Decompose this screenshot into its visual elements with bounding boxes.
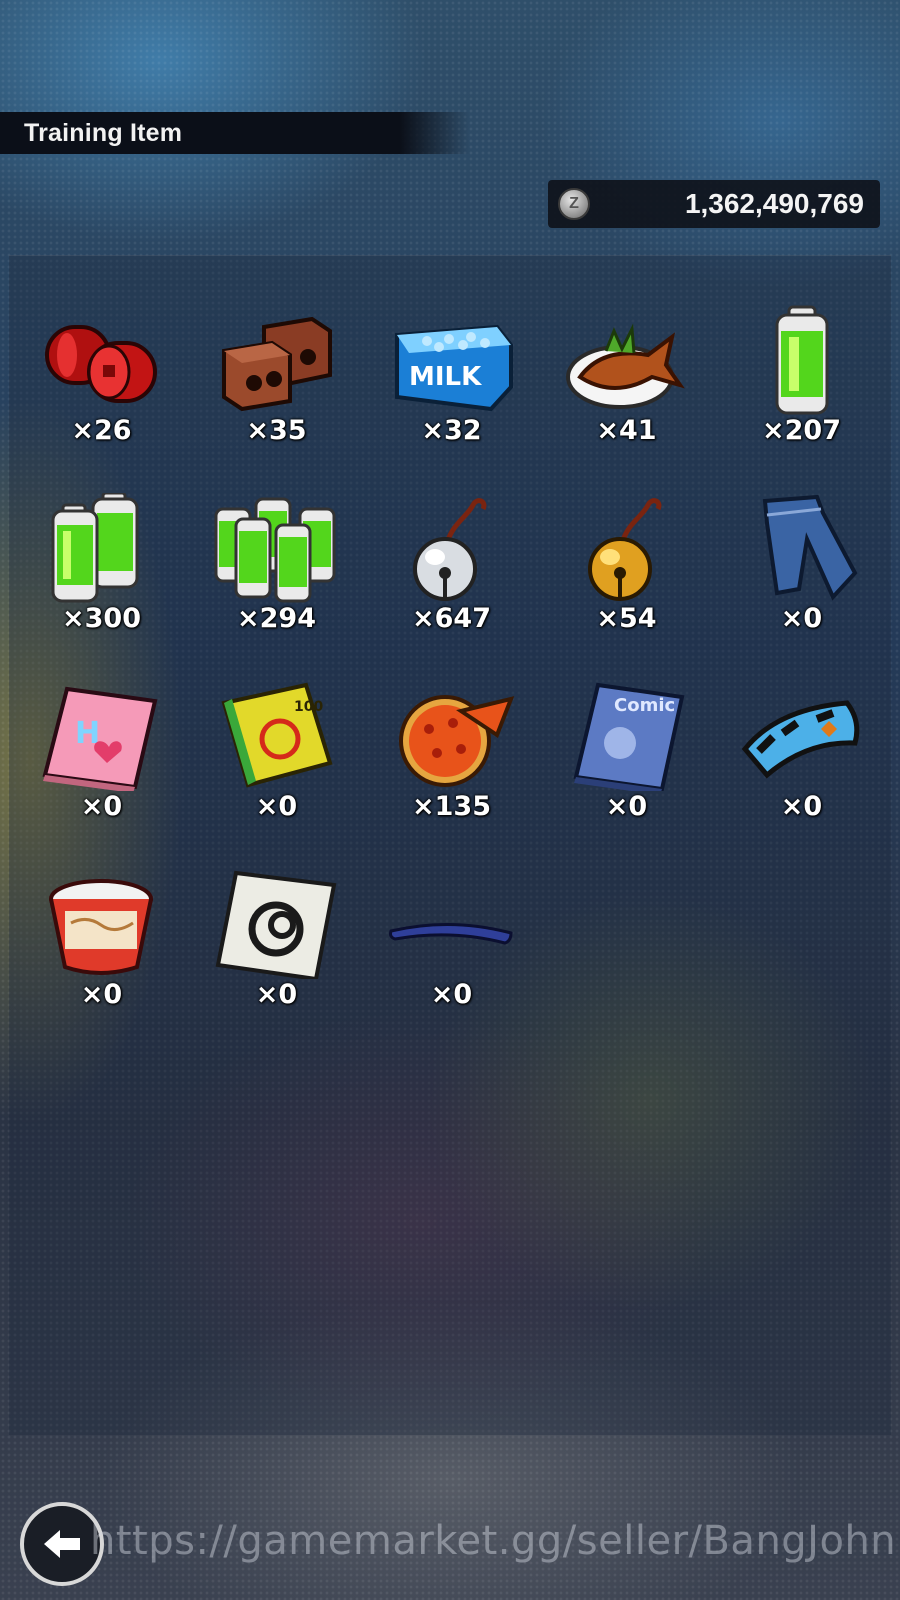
item-quantity: ×0 (780, 791, 823, 822)
headband-icon (387, 869, 517, 979)
item-quantity: ×0 (255, 791, 298, 822)
item-slot[interactable]: ×41 (539, 305, 714, 446)
gold-bell-icon (562, 493, 692, 603)
item-quantity: ×41 (596, 415, 657, 446)
test-book-label: 100 (294, 699, 323, 715)
item-slot[interactable]: ×647 (364, 493, 539, 634)
jeans-icon (737, 493, 867, 603)
grilled-fish-icon (562, 305, 692, 415)
item-quantity: ×300 (62, 603, 141, 634)
ramen-cup-icon (37, 869, 167, 979)
item-slot[interactable]: ×54 (539, 493, 714, 634)
item-quantity: ×0 (605, 791, 648, 822)
item-quantity: ×207 (762, 415, 841, 446)
milk-label: MILK (409, 362, 482, 392)
item-quantity: ×26 (71, 415, 132, 446)
item-slot[interactable]: ×294 (189, 493, 364, 634)
item-slot[interactable]: ×0 (714, 493, 889, 634)
item-quantity: ×0 (780, 603, 823, 634)
milk-carton-icon: MILK (387, 305, 517, 415)
item-slot[interactable]: ×0 (714, 681, 889, 822)
item-slot[interactable]: 100 ×0 (189, 681, 364, 822)
item-slot[interactable]: ×0 (14, 869, 189, 1010)
page-title: Training Item (24, 118, 183, 147)
item-quantity: ×0 (430, 979, 473, 1010)
item-slot[interactable]: ×0 (364, 869, 539, 1010)
wristband-icon (737, 681, 867, 791)
item-slot[interactable]: ×207 (714, 305, 889, 446)
currency-amount: 1,362,490,769 (684, 188, 864, 219)
item-quantity: ×35 (246, 415, 307, 446)
item-slot[interactable]: ×135 (364, 681, 539, 822)
item-quantity: ×54 (596, 603, 657, 634)
item-slot[interactable]: MILK ×32 (364, 305, 539, 446)
item-quantity: ×0 (80, 979, 123, 1010)
item-slot[interactable]: ×0 (189, 869, 364, 1010)
item-quantity: ×32 (421, 415, 482, 446)
battery-icon (737, 305, 867, 415)
item-slot[interactable]: Comic ×0 (539, 681, 714, 822)
item-quantity: ×294 (237, 603, 316, 634)
comic-label: Comic (614, 695, 675, 716)
item-quantity: ×0 (255, 979, 298, 1010)
item-grid: ×26 ×35 MILK ×32 ×41 ×207 ×300 ×294 ×647… (14, 305, 890, 1010)
battery-pair-icon (37, 493, 167, 603)
comic-book-icon: Comic (562, 681, 692, 791)
test-book-icon: 100 (212, 681, 342, 791)
item-quantity: ×135 (412, 791, 491, 822)
item-slot[interactable]: ×300 (14, 493, 189, 634)
red-weights-icon (37, 305, 167, 415)
currency-display: 1,362,490,769 (548, 180, 880, 228)
brick-weights-icon (212, 305, 342, 415)
title-bar: Training Item (0, 112, 470, 154)
back-arrow-icon (44, 1530, 80, 1558)
zeni-coin-icon (558, 188, 590, 220)
item-slot[interactable]: H ×0 (14, 681, 189, 822)
watermark: https://gamemarket.gg/seller/BangJohn (90, 1518, 897, 1564)
battery-pack-icon (212, 493, 342, 603)
heart-book-icon: H (37, 681, 167, 791)
pizza-icon (387, 681, 517, 791)
item-slot[interactable]: ×35 (189, 305, 364, 446)
item-quantity: ×0 (80, 791, 123, 822)
item-slot[interactable]: ×26 (14, 305, 189, 446)
item-quantity: ×647 (412, 603, 491, 634)
capsule-card-icon (212, 869, 342, 979)
silver-bell-icon (387, 493, 517, 603)
